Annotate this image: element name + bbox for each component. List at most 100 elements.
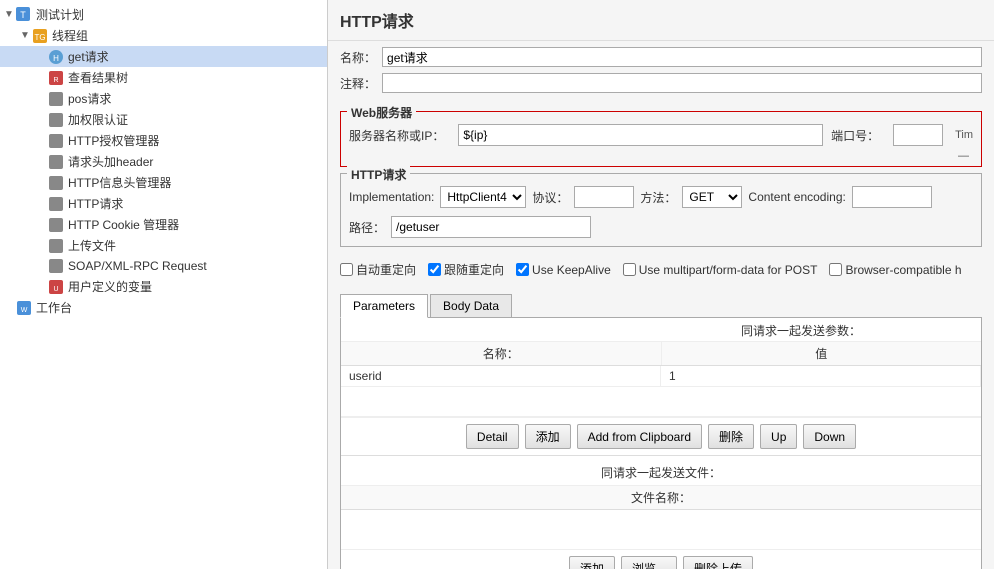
tabs-header: Parameters Body Data — [340, 294, 982, 318]
tree-item-label: 上传文件 — [68, 237, 116, 254]
tree-item-req-header[interactable]: 请求头加header — [0, 151, 327, 172]
add-clipboard-button[interactable]: Add from Clipboard — [577, 424, 702, 449]
http-request-section: HTTP请求 Implementation: HttpClient4 Java … — [340, 173, 982, 247]
tree-item-thread-group[interactable]: ▼ TG 线程组 — [0, 25, 327, 46]
name-input[interactable] — [382, 47, 982, 67]
results-icon: R — [48, 70, 64, 86]
comment-label: 注释： — [340, 75, 376, 92]
keepalive-checkbox[interactable]: Use KeepAlive — [516, 263, 611, 277]
files-empty-row — [341, 510, 981, 550]
tree-item-label: HTTP信息头管理器 — [68, 174, 171, 191]
tree-item-label: 请求头加header — [68, 153, 153, 170]
svg-text:U: U — [53, 286, 58, 293]
up-button[interactable]: Up — [760, 424, 797, 449]
protocol-input[interactable] — [574, 186, 634, 208]
tree-item-label: HTTP授权管理器 — [68, 132, 159, 149]
tree-item-label: 线程组 — [52, 27, 88, 44]
params-buttons: Detail 添加 Add from Clipboard 删除 Up Down — [341, 417, 981, 455]
tree-item-label: HTTP Cookie 管理器 — [68, 216, 179, 233]
workbench-icon: W — [16, 300, 32, 316]
browser-compat-checkbox[interactable]: Browser-compatible h — [829, 263, 961, 277]
tree-panel: ▼T测试计划▼TG线程组Hget请求R查看结果树pos请求加权限认证HTTP授权… — [0, 0, 328, 569]
svg-text:TG: TG — [34, 33, 45, 42]
tree-item-label: get请求 — [68, 48, 109, 65]
svg-text:W: W — [21, 307, 28, 314]
tree-item-pos-request[interactable]: pos请求 — [0, 88, 327, 109]
tree-item-http-auth[interactable]: HTTP授权管理器 — [0, 130, 327, 151]
tree-item-label: 工作台 — [36, 299, 72, 316]
multipart-checkbox[interactable]: Use multipart/form-data for POST — [623, 263, 818, 277]
tree-item-user-vars[interactable]: U 用户定义的变量 — [0, 276, 327, 297]
tree-item-results-tree[interactable]: R查看结果树 — [0, 67, 327, 88]
encoding-input[interactable] — [852, 186, 932, 208]
dash-line: — — [349, 150, 973, 162]
files-section: 同请求一起发送文件： 文件名称： 添加 浏览... 删除上传 — [341, 455, 981, 569]
tree-item-workbench[interactable]: W 工作台 — [0, 297, 327, 318]
files-delete-button[interactable]: 删除上传 — [683, 556, 753, 569]
generic-icon — [48, 91, 64, 107]
param-value-cell: 1 — [661, 366, 981, 386]
col-name-header: 名称： — [341, 342, 662, 365]
tree-item-auth-manager[interactable]: 加权限认证 — [0, 109, 327, 130]
generic-icon — [48, 238, 64, 254]
comment-input[interactable] — [382, 73, 982, 93]
param-name-cell: userid — [341, 366, 661, 386]
tab-body-data[interactable]: Body Data — [430, 294, 512, 317]
web-server-section: Web服务器 服务器名称或IP： 端口号： Tim — — [340, 111, 982, 167]
server-label: 服务器名称或IP： — [349, 127, 444, 144]
detail-button[interactable]: Detail — [466, 424, 519, 449]
tree-item-http-info[interactable]: HTTP信息头管理器 — [0, 172, 327, 193]
expand-arrow: ▼ — [4, 9, 14, 20]
generic-icon — [48, 258, 64, 274]
http-request-icon: H — [48, 49, 64, 65]
add-button[interactable]: 添加 — [525, 424, 571, 449]
generic-icon — [48, 112, 64, 128]
path-label: 路径： — [349, 219, 385, 236]
generic-icon — [48, 154, 64, 170]
files-send-label: 同请求一起发送文件： — [341, 460, 981, 486]
generic-icon — [48, 196, 64, 212]
delete-button[interactable]: 删除 — [708, 424, 754, 449]
name-label: 名称： — [340, 49, 376, 66]
tree-item-get-request[interactable]: Hget请求 — [0, 46, 327, 67]
table-row: userid1 — [341, 366, 981, 387]
tree-item-test-plan[interactable]: ▼ T 测试计划 — [0, 4, 327, 25]
plan-icon: T — [16, 7, 32, 23]
impl-select[interactable]: HttpClient4 Java — [440, 186, 526, 208]
tree-item-label: 用户定义的变量 — [68, 278, 152, 295]
expand-arrow: ▼ — [20, 30, 30, 41]
method-select[interactable]: GET POST PUT DELETE — [682, 186, 742, 208]
svg-text:T: T — [20, 10, 26, 20]
auto-redirect-checkbox[interactable]: 自动重定向 — [340, 261, 416, 278]
port-input[interactable] — [893, 124, 943, 146]
params-send-label: 同请求一起发送参数： — [341, 318, 981, 342]
col-value-header: 值 — [662, 342, 982, 365]
files-add-button[interactable]: 添加 — [569, 556, 615, 569]
right-panel: HTTP请求 名称： 注释： Web服务器 服务器名称或IP： 端口号： Tim — [328, 0, 994, 569]
impl-label: Implementation: — [349, 190, 434, 204]
down-button[interactable]: Down — [803, 424, 856, 449]
files-buttons: 添加 浏览... 删除上传 — [341, 550, 981, 569]
files-browse-button[interactable]: 浏览... — [621, 556, 677, 569]
thread-group-icon: TG — [32, 28, 48, 44]
protocol-label: 协议： — [532, 189, 568, 206]
tree-item-label: HTTP请求 — [68, 195, 123, 212]
tab-parameters[interactable]: Parameters — [340, 294, 428, 318]
server-input[interactable] — [458, 124, 823, 146]
svg-text:H: H — [53, 54, 59, 63]
checkbox-row: 自动重定向 跟随重定向 Use KeepAlive Use multipart/… — [340, 257, 982, 282]
tree-item-label: 查看结果树 — [68, 69, 128, 86]
tree-item-cookie-mgr[interactable]: HTTP Cookie 管理器 — [0, 214, 327, 235]
follow-redirect-checkbox[interactable]: 跟随重定向 — [428, 261, 504, 278]
tree-item-soap-rpc[interactable]: SOAP/XML-RPC Request — [0, 256, 327, 276]
panel-title: HTTP请求 — [328, 0, 994, 41]
empty-row-1 — [341, 387, 981, 417]
files-col-headers: 文件名称： — [341, 486, 981, 510]
http-request-legend: HTTP请求 — [347, 166, 410, 183]
tree-item-http-req[interactable]: HTTP请求 — [0, 193, 327, 214]
tab-content: 同请求一起发送参数： 名称： 值 userid1 Detail 添加 — [340, 318, 982, 569]
path-input[interactable] — [391, 216, 591, 238]
tree-item-upload-file[interactable]: 上传文件 — [0, 235, 327, 256]
tree-item-label: 测试计划 — [36, 6, 84, 23]
encoding-label: Content encoding: — [748, 190, 845, 204]
